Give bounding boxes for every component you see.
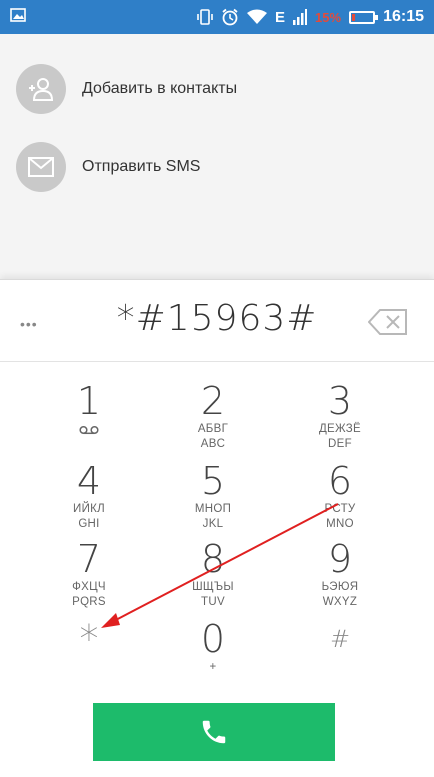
clock: 16:15 <box>383 8 424 25</box>
status-bar: E 15% 16:15 <box>0 0 434 34</box>
key-2[interactable]: 2 АБВГ ABC <box>153 380 273 452</box>
battery-level <box>352 13 356 21</box>
send-sms-label: Отправить SMS <box>82 158 201 175</box>
key-0[interactable]: 0 + <box>153 618 273 675</box>
key-8[interactable]: 8 ШЩЪЫ TUV <box>153 538 273 610</box>
key-5[interactable]: 5 МНОП JKL <box>153 460 273 532</box>
dialpad-panel: ••• *#15963# 1 2 АБВГ ABC 3 ДЕЖЗЁ DEF 4 … <box>0 279 434 777</box>
key-4[interactable]: 4 ИЙКЛ GHI <box>29 460 149 532</box>
phone-icon <box>202 720 226 744</box>
key-6[interactable]: 6 РСТУ MNO <box>280 460 400 532</box>
key-9[interactable]: 9 ЬЭЮЯ WXYZ <box>280 538 400 610</box>
signal-icon <box>293 9 308 25</box>
voicemail-icon <box>79 425 99 435</box>
key-1[interactable]: 1 <box>29 380 149 440</box>
add-to-contacts-label: Добавить в контакты <box>82 80 238 97</box>
key-star[interactable]: * <box>29 618 149 660</box>
vibrate-icon <box>197 9 213 25</box>
key-3[interactable]: 3 ДЕЖЗЁ DEF <box>280 380 400 452</box>
image-icon <box>10 8 26 22</box>
sms-icon <box>16 142 66 192</box>
dialed-number-row: ••• *#15963# <box>0 280 434 362</box>
add-contact-icon <box>16 64 66 114</box>
key-7[interactable]: 7 ФХЦЧ PQRS <box>29 538 149 610</box>
battery-icon <box>349 10 379 24</box>
call-actions: Добавить в контакты Отправить SMS <box>0 34 434 279</box>
alarm-icon <box>222 8 238 26</box>
add-to-contacts-action[interactable]: Добавить в контакты <box>0 59 434 119</box>
network-type: E <box>275 8 286 26</box>
send-sms-action[interactable]: Отправить SMS <box>0 137 434 197</box>
status-icons: E 15% 16:15 <box>197 6 424 28</box>
key-hash[interactable]: # <box>280 618 400 660</box>
backspace-icon[interactable] <box>368 308 408 336</box>
wifi-icon <box>247 9 268 24</box>
call-button[interactable] <box>93 703 335 761</box>
battery-percent: 15% <box>315 9 342 25</box>
